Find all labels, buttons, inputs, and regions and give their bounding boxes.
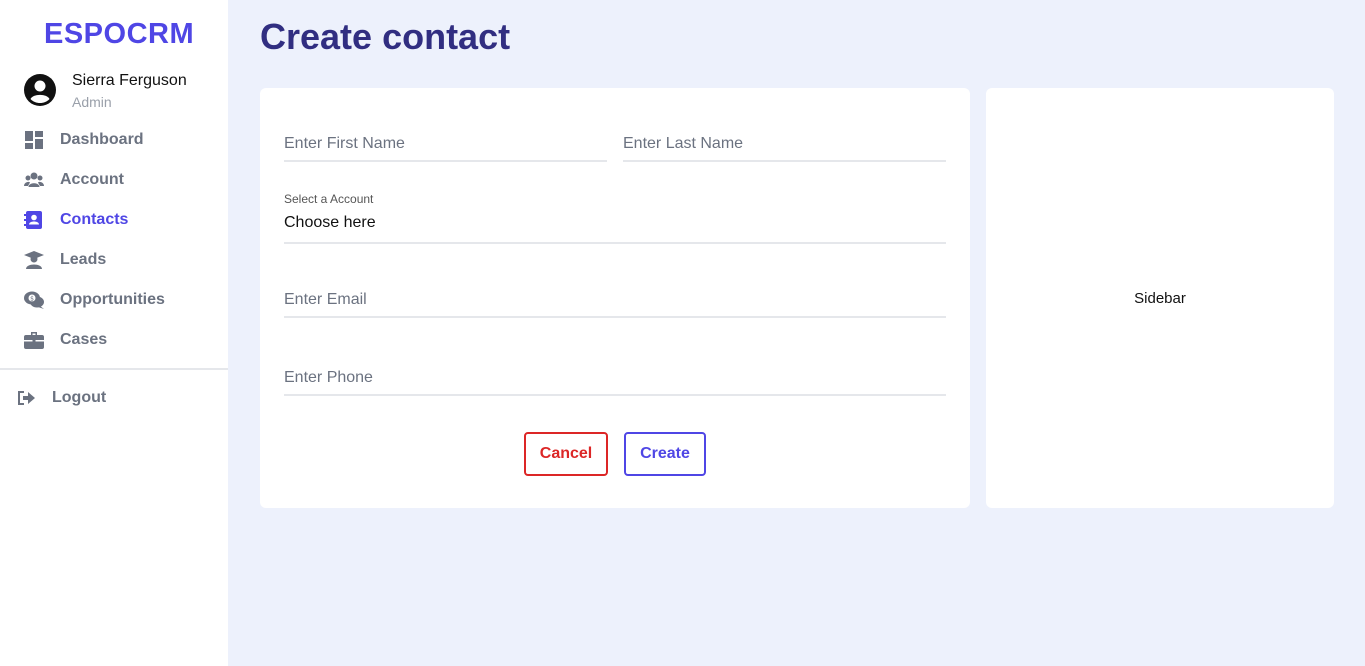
briefcase-icon: [24, 332, 44, 349]
logout-label: Logout: [52, 389, 107, 406]
graduate-icon: [24, 251, 44, 269]
sidebar-item-contacts[interactable]: Contacts: [0, 200, 228, 240]
sidebar-item-label: Dashboard: [60, 131, 144, 148]
money-chat-icon: $: [24, 291, 44, 309]
first-name-input[interactable]: [284, 128, 607, 162]
side-panel: Sidebar: [986, 88, 1334, 508]
phone-input[interactable]: [284, 362, 946, 396]
side-panel-text: Sidebar: [1134, 289, 1186, 307]
logout-button[interactable]: Logout: [0, 378, 228, 418]
cancel-button[interactable]: Cancel: [524, 432, 608, 476]
account-select-value: Choose here: [284, 214, 376, 231]
sidebar-item-opportunities[interactable]: $ Opportunities: [0, 280, 228, 320]
logout-icon: [18, 391, 35, 405]
last-name-input[interactable]: [623, 128, 946, 162]
sidebar-divider: [0, 368, 228, 370]
sidebar-item-dashboard[interactable]: Dashboard: [0, 120, 228, 160]
sidebar-item-label: Leads: [60, 251, 107, 268]
account-select[interactable]: Select a Account Choose here: [284, 192, 946, 244]
sidebar: ESPOCRM Sierra Ferguson Admin Dashboard: [0, 0, 228, 666]
users-icon: [24, 172, 44, 187]
email-input[interactable]: [284, 284, 946, 318]
user-role: Admin: [72, 94, 112, 110]
sidebar-item-label: Account: [60, 171, 124, 188]
sidebar-item-label: Opportunities: [60, 291, 165, 308]
user-name: Sierra Ferguson: [72, 72, 187, 89]
dashboard-icon: [25, 131, 43, 149]
sidebar-item-account[interactable]: Account: [0, 160, 228, 200]
user-avatar-icon: [24, 74, 56, 106]
brand-logo[interactable]: ESPOCRM: [44, 18, 194, 51]
create-contact-form: Select a Account Choose here Cancel Crea…: [260, 88, 970, 508]
sidebar-item-leads[interactable]: Leads: [0, 240, 228, 280]
sidebar-nav: Dashboard Account Contacts Leads $ Oppor…: [0, 120, 228, 360]
sidebar-item-label: Contacts: [60, 211, 129, 228]
sidebar-item-label: Cases: [60, 331, 108, 348]
page-title: Create contact: [260, 16, 511, 57]
account-select-label: Select a Account: [284, 192, 374, 206]
sidebar-item-cases[interactable]: Cases: [0, 320, 228, 360]
address-book-icon: [24, 211, 42, 229]
create-button[interactable]: Create: [624, 432, 706, 476]
svg-text:$: $: [30, 296, 34, 303]
